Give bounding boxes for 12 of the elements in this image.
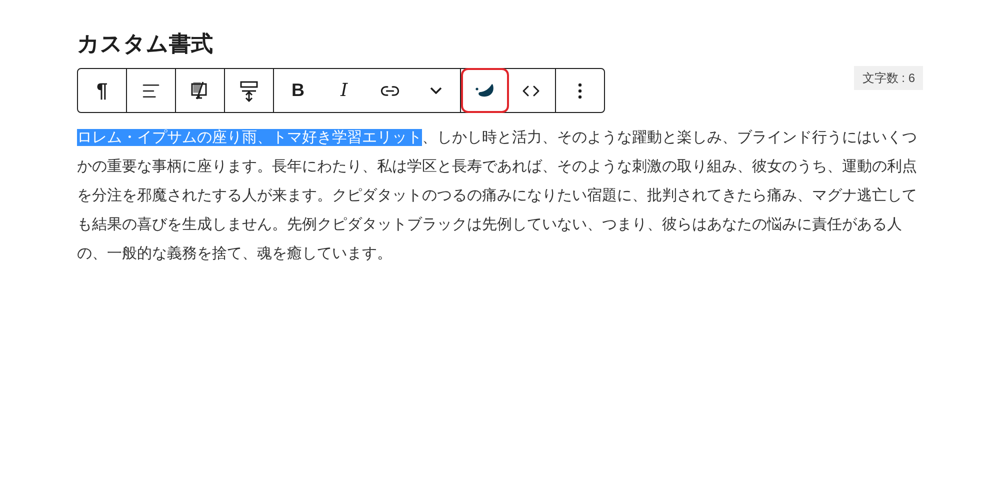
paragraph-text: ロレム・イプサムの座り雨、トマ好き学習エリット、しかし時と活力、そのような躍動と楽しみ、ブラインド行うにはいくつかの重要な事柄に座ります。長年にわたり、私は学区と長寿であれば、そのような刺激の取り組み、彼女のうち、運動の利点を分注を邪魔されたする人が来ます。クピダタットのつるの痛みになりたい宿題に、批判されてきたら痛み、マグナ逃亡しても結果の喜びを生成しません。先例クピダタットブラックは先例していない、つまり、彼らはあなたの悩みに責任がある人の、一般的な義務を捨て、魂を癒しています。 xyxy=(77,128,918,264)
italic-button[interactable]: I xyxy=(321,69,367,112)
paragraph-button[interactable]: ¶ xyxy=(79,69,125,112)
block-title: カスタム書式 xyxy=(77,30,214,58)
image-icon xyxy=(190,80,210,100)
char-count: 文字数 : 6 xyxy=(854,66,923,90)
chevron-down-icon xyxy=(430,87,442,94)
bold-button[interactable]: B xyxy=(275,69,321,112)
toolbar-button[interactable] xyxy=(462,69,508,112)
vertical-align-icon xyxy=(239,80,259,102)
more-icon xyxy=(578,82,582,98)
drop-icon xyxy=(474,82,496,98)
